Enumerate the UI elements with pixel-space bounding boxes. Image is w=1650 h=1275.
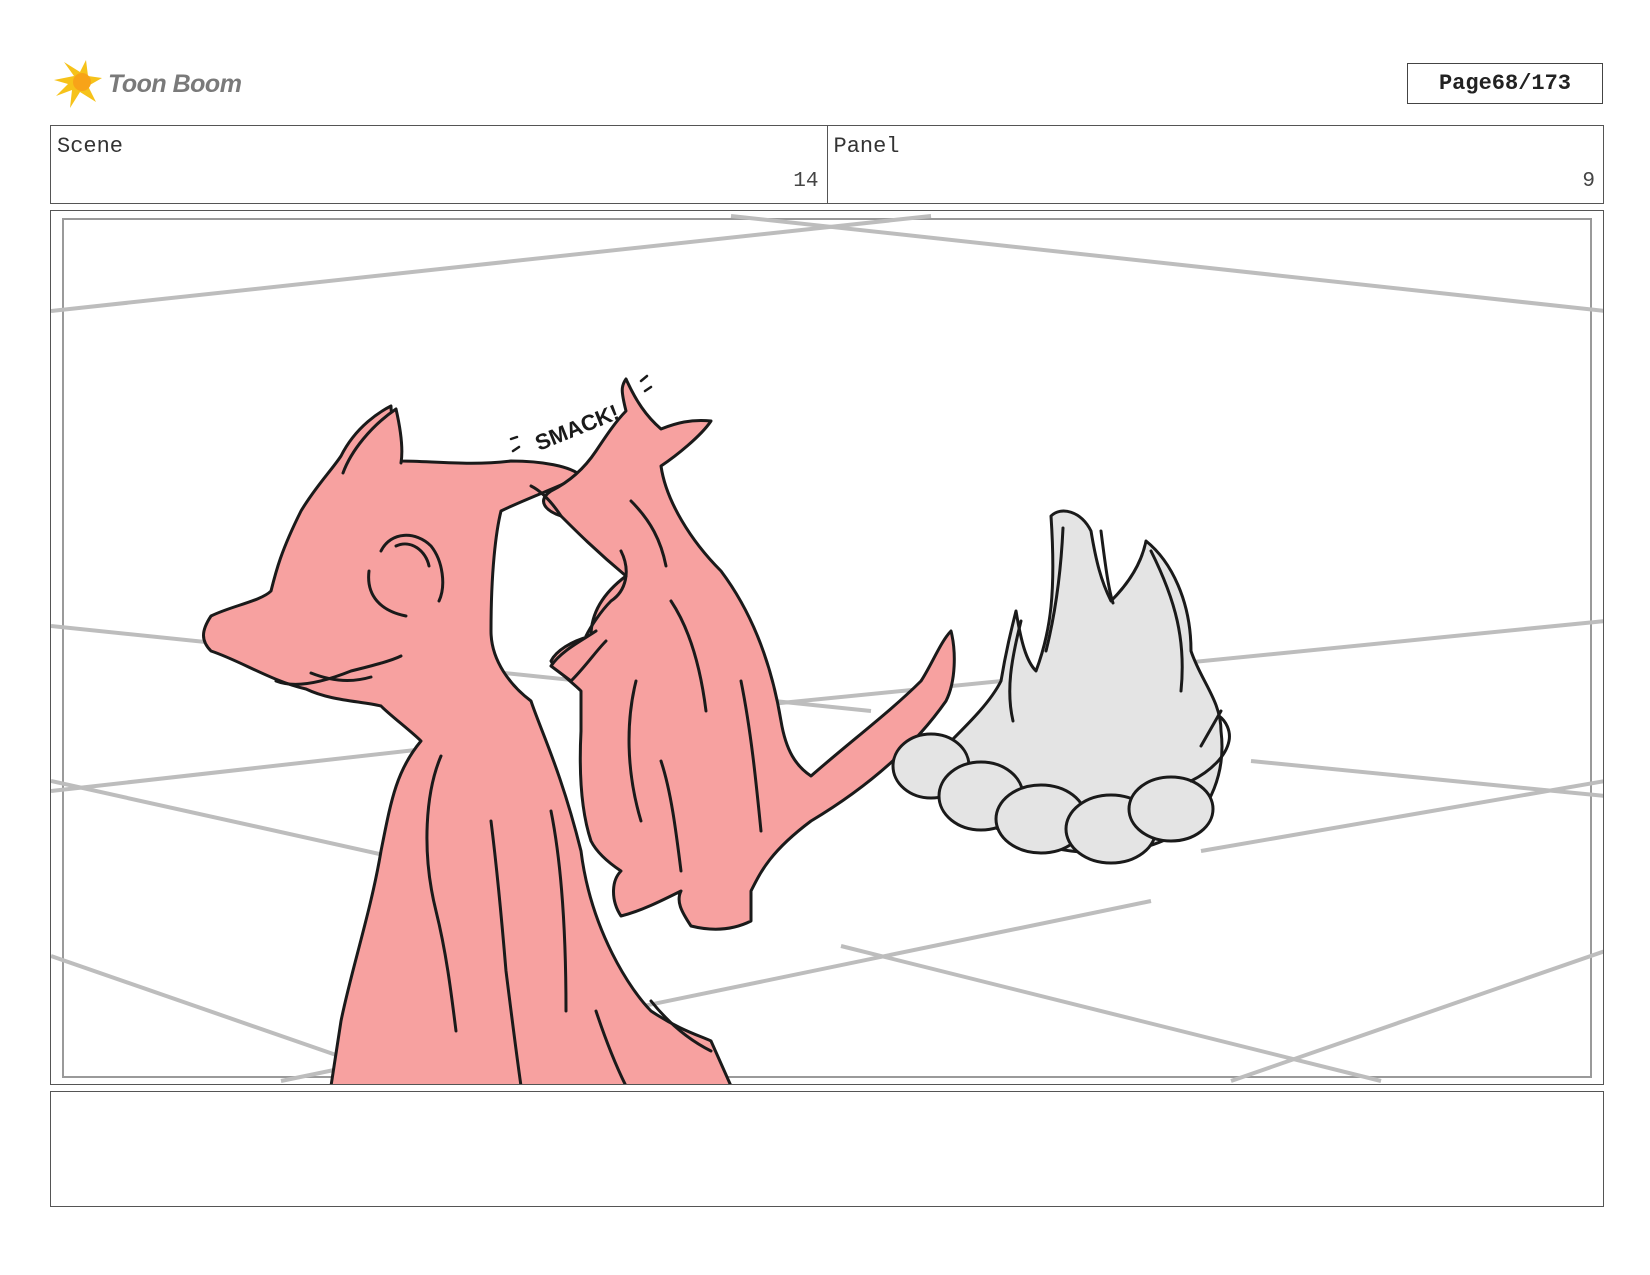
page-value: 68/173 [1491,71,1572,96]
character-right [529,377,956,931]
toon-boom-logo: Toon Boom [52,56,252,112]
scene-label: Scene [57,134,124,159]
storyboard-panel: SMACK! [50,210,1604,1085]
scene-panel-row: Scene 14 Panel 9 [50,125,1604,204]
panel-cell: Panel 9 [826,126,1604,203]
page-counter: Page 68/173 [1407,63,1603,104]
page-label: Page [1438,71,1492,96]
scene-number: 14 [793,170,819,193]
caption-box [50,1091,1604,1207]
panel-label: Panel [833,134,900,159]
starburst-icon [54,60,102,108]
scene-cell: Scene 14 [51,126,827,203]
panel-number: 9 [1582,170,1595,193]
logo-text: Toon Boom [108,69,242,98]
panel-artwork: SMACK! [51,214,1603,1084]
